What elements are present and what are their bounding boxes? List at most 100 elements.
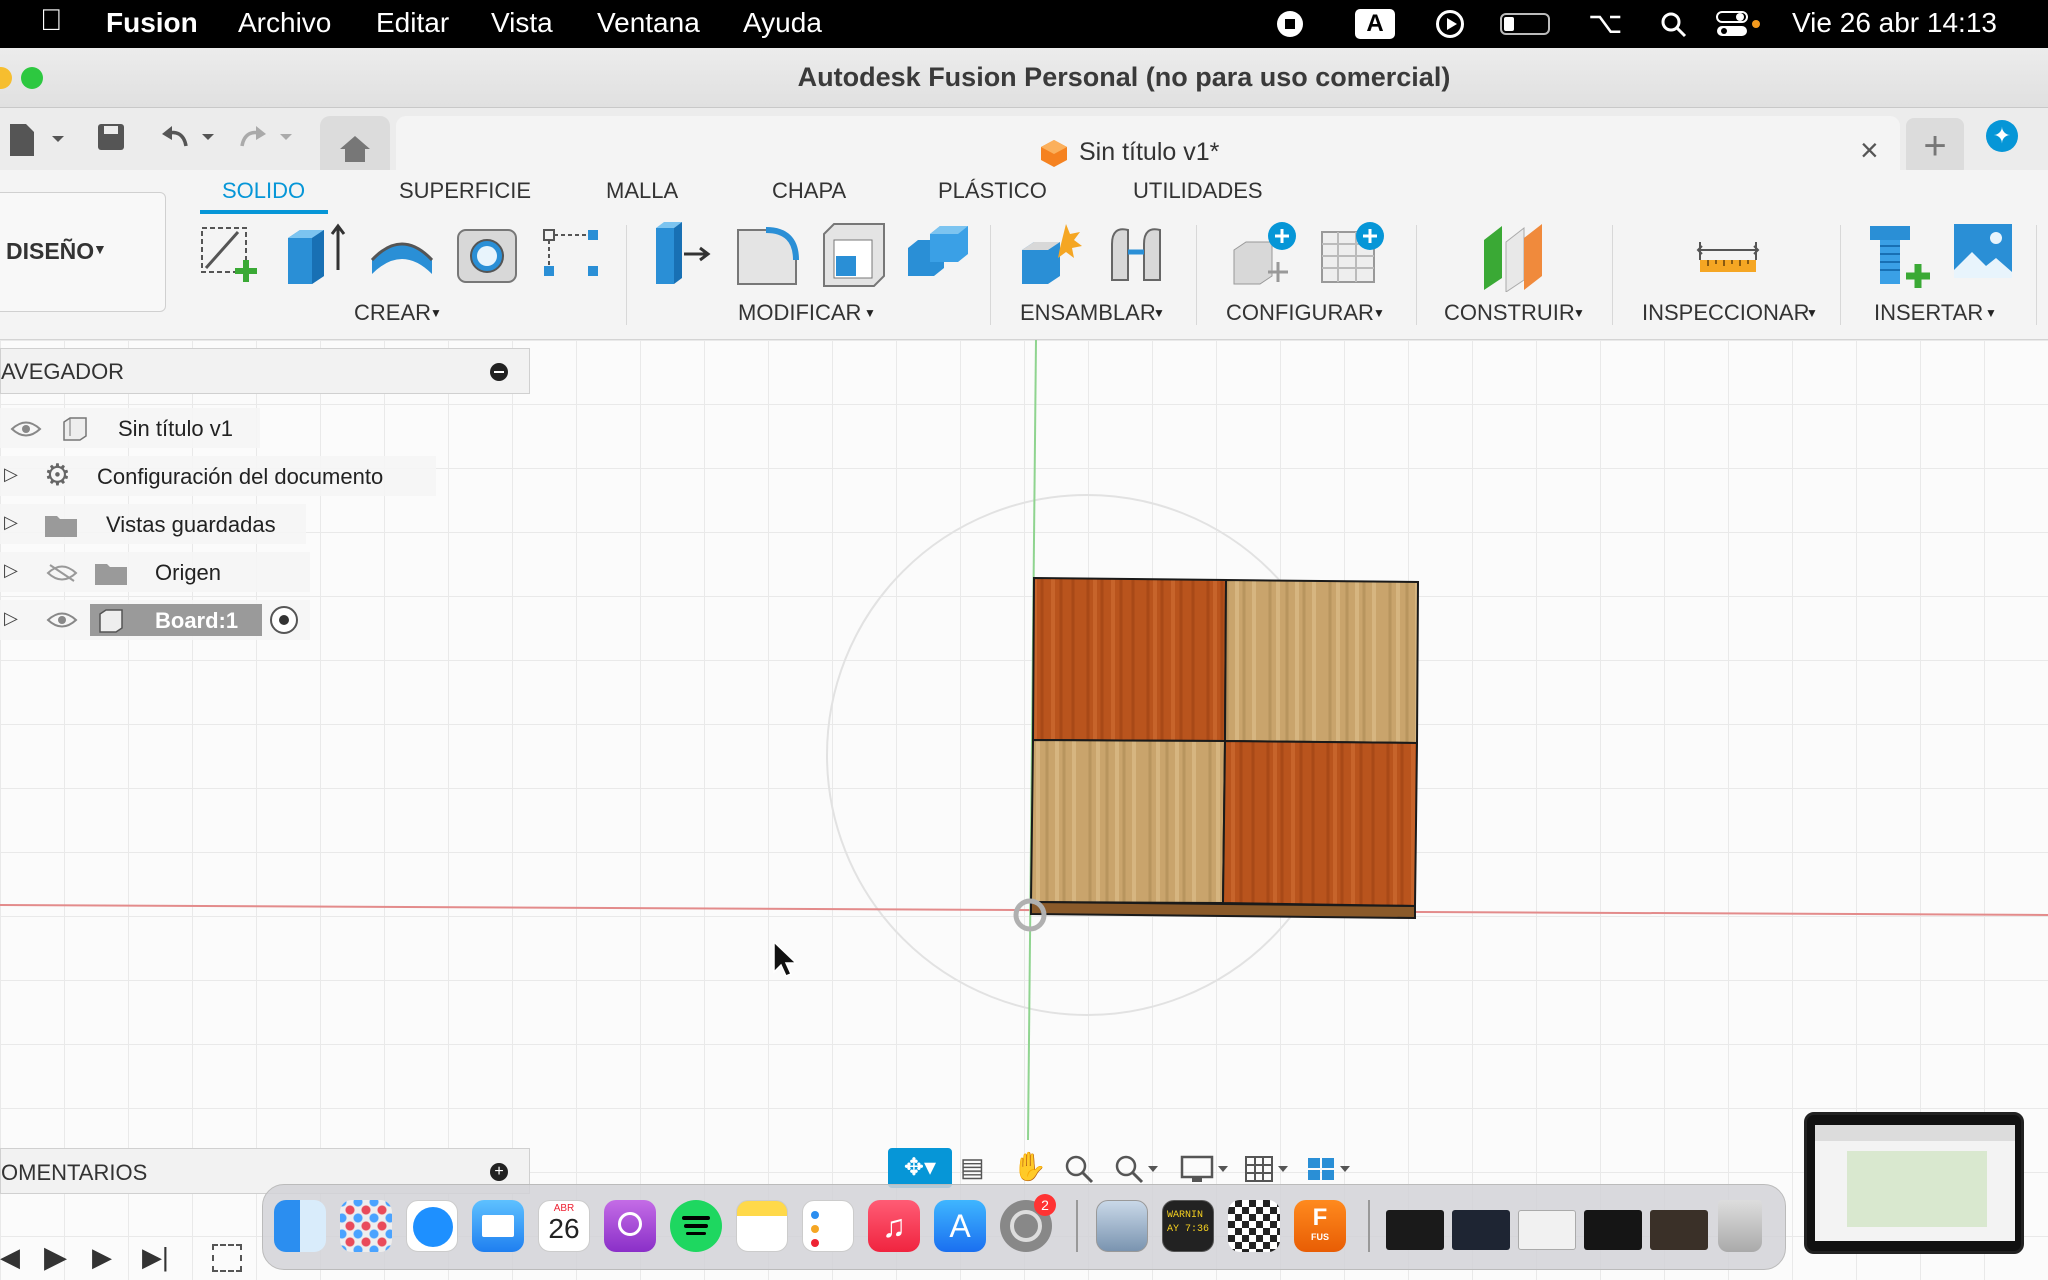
measure-icon[interactable]	[1696, 220, 1760, 288]
calendar-icon[interactable]: ABR 26	[538, 1200, 590, 1252]
zoom-icon[interactable]	[1064, 1154, 1094, 1184]
minimized-window-thumbnail[interactable]	[1518, 1210, 1576, 1250]
create-sketch-icon[interactable]	[198, 220, 262, 288]
board-tile-dark[interactable]	[1221, 739, 1419, 908]
spotlight-search-icon[interactable]	[1660, 11, 1688, 39]
group-modificar[interactable]: MODIFICAR	[738, 300, 861, 326]
tab-superficie[interactable]: SUPERFICIE	[399, 178, 531, 204]
minimized-window-thumbnail[interactable]	[1584, 1210, 1642, 1250]
browser-item-root[interactable]: Sin título v1	[0, 408, 260, 448]
menu-ayuda[interactable]: Ayuda	[743, 7, 822, 39]
undo-icon[interactable]	[160, 122, 220, 152]
close-icon[interactable]: ×	[1860, 132, 1879, 169]
fit-zoom-icon[interactable]	[1114, 1154, 1158, 1184]
expand-panel-icon[interactable]: +	[490, 1163, 508, 1181]
stop-recording-icon[interactable]	[1277, 11, 1303, 37]
preview-icon[interactable]	[1096, 1200, 1148, 1252]
shell-icon[interactable]	[820, 220, 888, 288]
press-pull-icon[interactable]	[648, 220, 712, 288]
browser-item-document-settings[interactable]: ▷ ⚙ Configuración del documento	[0, 456, 436, 496]
file-menu-icon[interactable]	[8, 122, 64, 158]
launchpad-icon[interactable]	[340, 1200, 392, 1252]
browser-item-board[interactable]: ▷ Board:1	[0, 600, 310, 640]
previous-step-icon[interactable]: ◀	[0, 1242, 20, 1273]
collapse-panel-icon[interactable]	[490, 363, 508, 381]
podcasts-icon[interactable]	[604, 1200, 656, 1252]
offset-plane-icon[interactable]	[1480, 220, 1548, 292]
screenshot-preview-thumbnail[interactable]	[1804, 1112, 2024, 1254]
grid-settings-icon[interactable]	[1244, 1154, 1294, 1184]
browser-item-origin[interactable]: ▷ Origen	[0, 552, 310, 592]
extensions-icon[interactable]: ✦	[1986, 120, 2018, 152]
control-center-icon[interactable]	[1716, 10, 1760, 38]
notes-icon[interactable]	[736, 1200, 788, 1252]
menu-vista[interactable]: Vista	[491, 7, 553, 39]
eye-icon[interactable]	[10, 420, 42, 438]
input-source-icon[interactable]: A	[1355, 9, 1395, 39]
viewports-icon[interactable]	[1306, 1154, 1356, 1184]
music-icon[interactable]: ♫	[868, 1200, 920, 1252]
board-tile-dark[interactable]	[1031, 576, 1228, 743]
tab-solido[interactable]: SOLIDO	[222, 178, 305, 204]
menu-editar[interactable]: Editar	[376, 7, 449, 39]
group-ensamblar[interactable]: ENSAMBLAR	[1020, 300, 1156, 326]
tab-utilidades[interactable]: UTILIDADES	[1133, 178, 1263, 204]
wifi-icon[interactable]: ⌥	[1588, 6, 1623, 41]
look-at-icon[interactable]: ▤	[960, 1152, 985, 1183]
mail-icon[interactable]	[472, 1200, 524, 1252]
pattern-icon[interactable]	[540, 220, 604, 288]
fillet-icon[interactable]	[734, 220, 802, 288]
new-tab-button[interactable]: +	[1906, 118, 1964, 176]
menu-app-fusion[interactable]: Fusion	[106, 7, 198, 39]
configure-icon[interactable]	[1230, 220, 1300, 292]
revolve-icon[interactable]	[368, 220, 436, 288]
hole-icon[interactable]	[454, 220, 522, 288]
reminders-icon[interactable]	[802, 1200, 854, 1252]
expand-triangle-icon[interactable]: ▷	[4, 464, 18, 485]
chess-icon[interactable]	[1228, 1200, 1280, 1252]
expand-triangle-icon[interactable]: ▷	[4, 560, 18, 581]
app-store-icon[interactable]: A	[934, 1200, 986, 1252]
hidden-eye-icon[interactable]	[46, 563, 78, 583]
play-icon[interactable]	[1436, 10, 1464, 38]
trash-icon[interactable]	[1718, 1200, 1762, 1252]
go-to-end-icon[interactable]: ▶|	[142, 1242, 169, 1273]
play-icon[interactable]: ▶	[44, 1240, 67, 1275]
apple-logo-icon[interactable]: 	[40, 4, 63, 38]
configuration-table-icon[interactable]	[1318, 220, 1388, 292]
combine-icon[interactable]	[904, 220, 972, 288]
workspace-switcher[interactable]: DISEÑO ▼	[0, 192, 166, 312]
new-component-icon[interactable]	[1018, 220, 1086, 288]
group-construir[interactable]: CONSTRUIR	[1444, 300, 1575, 326]
group-inspeccionar[interactable]: INSPECCIONAR	[1642, 300, 1809, 326]
joint-icon[interactable]	[1104, 220, 1172, 288]
group-crear[interactable]: CREAR	[354, 300, 431, 326]
spotify-icon[interactable]	[670, 1200, 722, 1252]
display-settings-icon[interactable]	[1180, 1154, 1230, 1184]
board-tile-light[interactable]	[1223, 578, 1420, 745]
console-icon[interactable]: WARNIN AY 7:36	[1162, 1200, 1214, 1252]
next-step-icon[interactable]: ▶	[92, 1242, 112, 1273]
eye-icon[interactable]	[46, 611, 78, 629]
extrude-icon[interactable]	[284, 220, 348, 288]
board-body[interactable]	[1029, 576, 1420, 920]
group-insertar[interactable]: INSERTAR	[1874, 300, 1983, 326]
redo-icon[interactable]	[238, 122, 298, 152]
pan-hand-icon[interactable]: ✋	[1012, 1150, 1047, 1183]
menu-bar-clock[interactable]: Vie 26 abr 14:13	[1792, 7, 1997, 39]
menu-archivo[interactable]: Archivo	[238, 7, 331, 39]
orbit-tool-button[interactable]: ✥▾	[888, 1148, 952, 1188]
tab-malla[interactable]: MALLA	[606, 178, 678, 204]
expand-triangle-icon[interactable]: ▷	[4, 608, 18, 629]
save-icon[interactable]	[96, 122, 126, 152]
fusion-icon[interactable]: F FUS	[1294, 1200, 1346, 1252]
menu-ventana[interactable]: Ventana	[597, 7, 700, 39]
insert-mcmaster-icon[interactable]	[1866, 220, 1936, 292]
finder-icon[interactable]	[274, 1200, 326, 1252]
minimized-window-thumbnail[interactable]	[1452, 1210, 1510, 1250]
minimized-window-thumbnail[interactable]	[1386, 1210, 1444, 1250]
activate-radio-icon[interactable]	[270, 606, 298, 634]
insert-canvas-icon[interactable]	[1952, 220, 2016, 284]
minimized-window-thumbnail[interactable]	[1650, 1210, 1708, 1250]
timeline-sketch-icon[interactable]	[212, 1244, 242, 1272]
